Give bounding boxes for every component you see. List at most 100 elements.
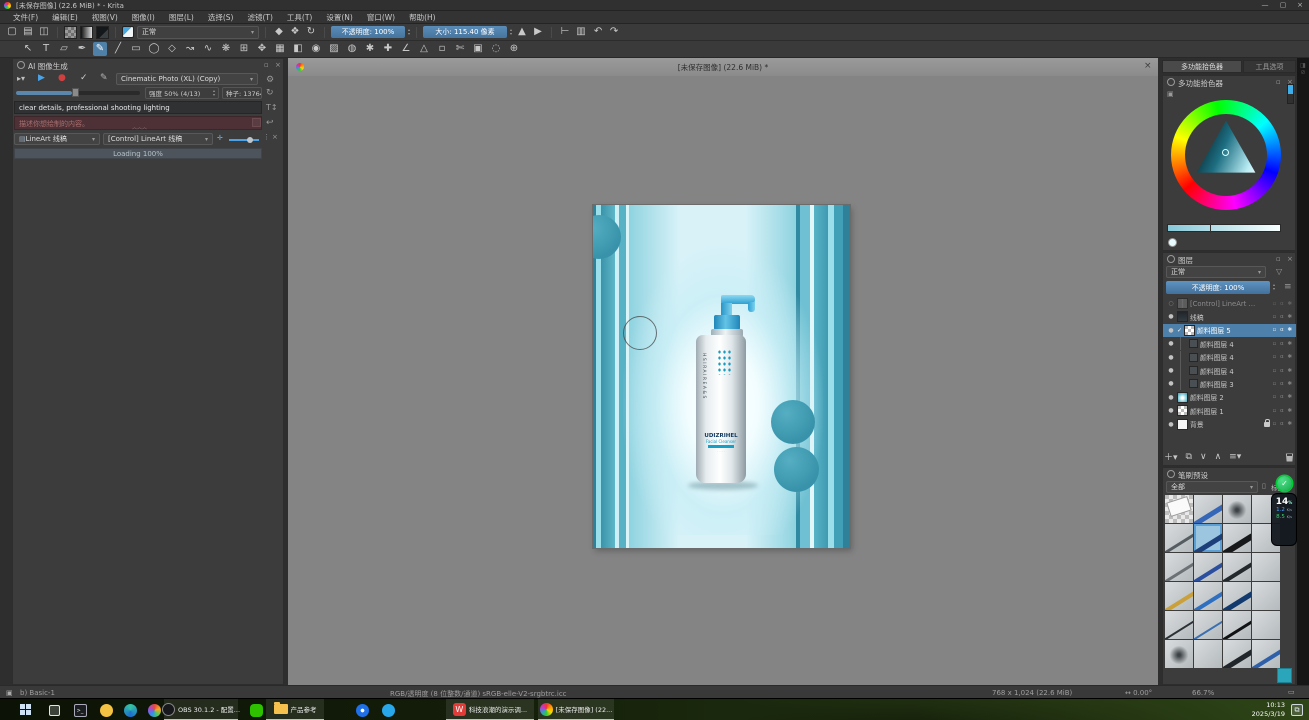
- ellipse-tool[interactable]: ◯: [147, 42, 161, 56]
- tab-tool-options[interactable]: 工具选项: [1243, 60, 1296, 73]
- line-tool[interactable]: ╱: [111, 42, 125, 56]
- contiguous-select-tool[interactable]: ◌: [489, 42, 503, 56]
- workspace-chooser-icon[interactable]: ▥: [574, 25, 588, 39]
- visibility-off-icon[interactable]: ○: [1167, 300, 1175, 307]
- folder-window-button[interactable]: 产品参考: [266, 699, 324, 720]
- float-docker-icon[interactable]: ▫: [1276, 255, 1281, 263]
- pattern-tool[interactable]: ▨: [327, 42, 341, 56]
- float-docker-icon[interactable]: ▫: [264, 61, 269, 69]
- add-control-icon[interactable]: ✛: [217, 134, 223, 142]
- obs-window-button[interactable]: OBS 30.1.2 - 配置...: [164, 699, 238, 720]
- brush-preset-16[interactable]: [1165, 611, 1193, 639]
- canvas-only-mode-icon[interactable]: ▭: [1288, 688, 1295, 696]
- opacity-spinner[interactable]: ▴▾: [408, 28, 410, 36]
- select-shapes-tool[interactable]: ↖: [21, 42, 35, 56]
- fill-tool[interactable]: ◍: [345, 42, 359, 56]
- splitter-handle[interactable]: ︿︿︿: [132, 124, 147, 131]
- menu-item-6[interactable]: 滤镜(T): [240, 12, 279, 23]
- menu-item-3[interactable]: 图像(I): [125, 12, 162, 23]
- layer-row-icons[interactable]: ▫ α ✱: [1273, 341, 1296, 347]
- opacity-slider[interactable]: 不透明度: 100%: [331, 26, 405, 38]
- blending-mode-combo[interactable]: 正常 ▾: [137, 26, 259, 39]
- wps-window-button[interactable]: W科技浪潮的演示调...: [446, 699, 534, 720]
- visibility-on-icon[interactable]: ●: [1167, 394, 1175, 401]
- float-docker-icon[interactable]: ▫: [1276, 78, 1281, 86]
- menu-item-4[interactable]: 图层(L): [162, 12, 201, 23]
- shield-icon[interactable]: ✓: [1277, 476, 1292, 491]
- layer-row-icons[interactable]: ▫ α ✱: [1273, 408, 1296, 414]
- edge-browser-icon[interactable]: [118, 699, 142, 720]
- layer-opacity-slider[interactable]: 不透明度: 100%: [1166, 281, 1270, 294]
- brush-preset-13[interactable]: [1194, 582, 1222, 610]
- reload-preset-icon[interactable]: ↻: [304, 25, 318, 39]
- undo-icon[interactable]: ↶: [591, 25, 605, 39]
- add-layer-button[interactable]: ＋▾: [1164, 450, 1178, 463]
- visibility-on-icon[interactable]: ●: [1167, 421, 1175, 428]
- snap-icon[interactable]: ⊢: [558, 25, 572, 39]
- maximize-button[interactable]: ▢: [1275, 1, 1291, 9]
- brush-preset-10[interactable]: [1223, 553, 1251, 581]
- layer-list-menu-icon[interactable]: ≡: [1284, 282, 1292, 292]
- history-back-icon[interactable]: ↩: [266, 118, 274, 128]
- control-layer-combo[interactable]: [Control] LineArt 线稿 ▾: [103, 133, 213, 145]
- layer-row-icons[interactable]: ▫ α ✱: [1273, 421, 1296, 427]
- live-mode-button[interactable]: ●: [58, 73, 66, 83]
- preserve-alpha-icon[interactable]: ❖: [288, 25, 302, 39]
- layer-row-9[interactable]: ●背景▫ α ✱: [1163, 418, 1296, 431]
- layer-row-icons[interactable]: ▫ α ✱: [1273, 354, 1296, 360]
- visibility-on-icon[interactable]: ●: [1167, 367, 1175, 374]
- brush-preset-1[interactable]: [1194, 495, 1222, 523]
- app-icon-yellow[interactable]: [94, 699, 118, 720]
- brush-preset-15[interactable]: [1252, 582, 1280, 610]
- layer-properties-button[interactable]: ≡▾: [1229, 452, 1241, 462]
- freehand-brush-tool[interactable]: ✎: [93, 42, 107, 56]
- move-tool[interactable]: ✥: [255, 42, 269, 56]
- layer-row-0[interactable]: ○[Control] LineArt …▫ α ✱: [1163, 297, 1296, 310]
- close-docker-icon[interactable]: ×: [1287, 255, 1293, 263]
- minimize-button[interactable]: —: [1257, 1, 1273, 9]
- layer-row-icons[interactable]: ▫ α ✱: [1273, 381, 1296, 387]
- layer-opacity-spinner[interactable]: ▴▾: [1273, 283, 1275, 291]
- chat-app-icon[interactable]: [376, 699, 400, 720]
- menu-item-10[interactable]: 帮助(H): [402, 12, 443, 23]
- notification-tray-icon[interactable]: ⧉: [1291, 704, 1303, 716]
- layer-row-icons[interactable]: ▫ α ✱: [1273, 327, 1296, 333]
- brush-editor-icon[interactable]: [122, 26, 134, 38]
- gradient-tool[interactable]: ◧: [291, 42, 305, 56]
- brush-preset-19[interactable]: [1252, 611, 1280, 639]
- text-tool[interactable]: T: [39, 42, 53, 56]
- layer-row-icons[interactable]: ▫ α ✱: [1273, 314, 1296, 320]
- similar-select-tool[interactable]: ▣: [471, 42, 485, 56]
- app-icon-blue[interactable]: [350, 699, 374, 720]
- brush-preset-18[interactable]: [1223, 611, 1251, 639]
- menu-item-7[interactable]: 工具(T): [280, 12, 319, 23]
- document-canvas[interactable]: HSIRAIREA&S UDIZRIHEL Facial Cleanser · …: [593, 205, 850, 548]
- outline-select-tool[interactable]: ✄: [453, 42, 467, 56]
- brush-preset-11[interactable]: [1252, 553, 1280, 581]
- assistants-tool[interactable]: △: [417, 42, 431, 56]
- layer-row-1[interactable]: ●线稿▫ α ✱: [1163, 310, 1296, 323]
- pattern-chooser[interactable]: [64, 26, 77, 39]
- layer-row-6[interactable]: ●颜料图层 3▫ α ✱: [1163, 377, 1296, 390]
- brush-preset-9[interactable]: [1194, 553, 1222, 581]
- tab-advanced-color-selector[interactable]: 多功能拾色器: [1162, 60, 1242, 73]
- selector-shape-icon[interactable]: ▣: [1167, 90, 1174, 98]
- layer-blend-mode-combo[interactable]: 正常▾: [1166, 266, 1266, 278]
- generate-button[interactable]: ▶: [38, 73, 45, 83]
- start-button[interactable]: [14, 699, 38, 720]
- gradient-chooser[interactable]: [80, 26, 93, 39]
- control-strength-slider[interactable]: [229, 139, 259, 141]
- measure-tool[interactable]: ∠: [399, 42, 413, 56]
- visibility-on-icon[interactable]: ●: [1167, 380, 1175, 387]
- visibility-on-icon[interactable]: ●: [1167, 327, 1175, 334]
- krita-window-button[interactable]: [未保存图像] (22...: [538, 699, 614, 720]
- brush-preset-22[interactable]: [1223, 640, 1251, 668]
- close-docker-icon[interactable]: ×: [275, 61, 281, 69]
- layer-row-8[interactable]: ●颜料图层 1▫ α ✱: [1163, 404, 1296, 417]
- ai-settings-gear-icon[interactable]: ⚙: [266, 75, 274, 85]
- layer-row-3[interactable]: ●颜料图层 4▫ α ✱: [1163, 337, 1296, 350]
- mirror-vertical-icon[interactable]: ▶: [531, 25, 545, 39]
- brush-preset-2[interactable]: [1223, 495, 1251, 523]
- brush-preset-20[interactable]: [1165, 640, 1193, 668]
- save-icon[interactable]: ◫: [37, 25, 51, 39]
